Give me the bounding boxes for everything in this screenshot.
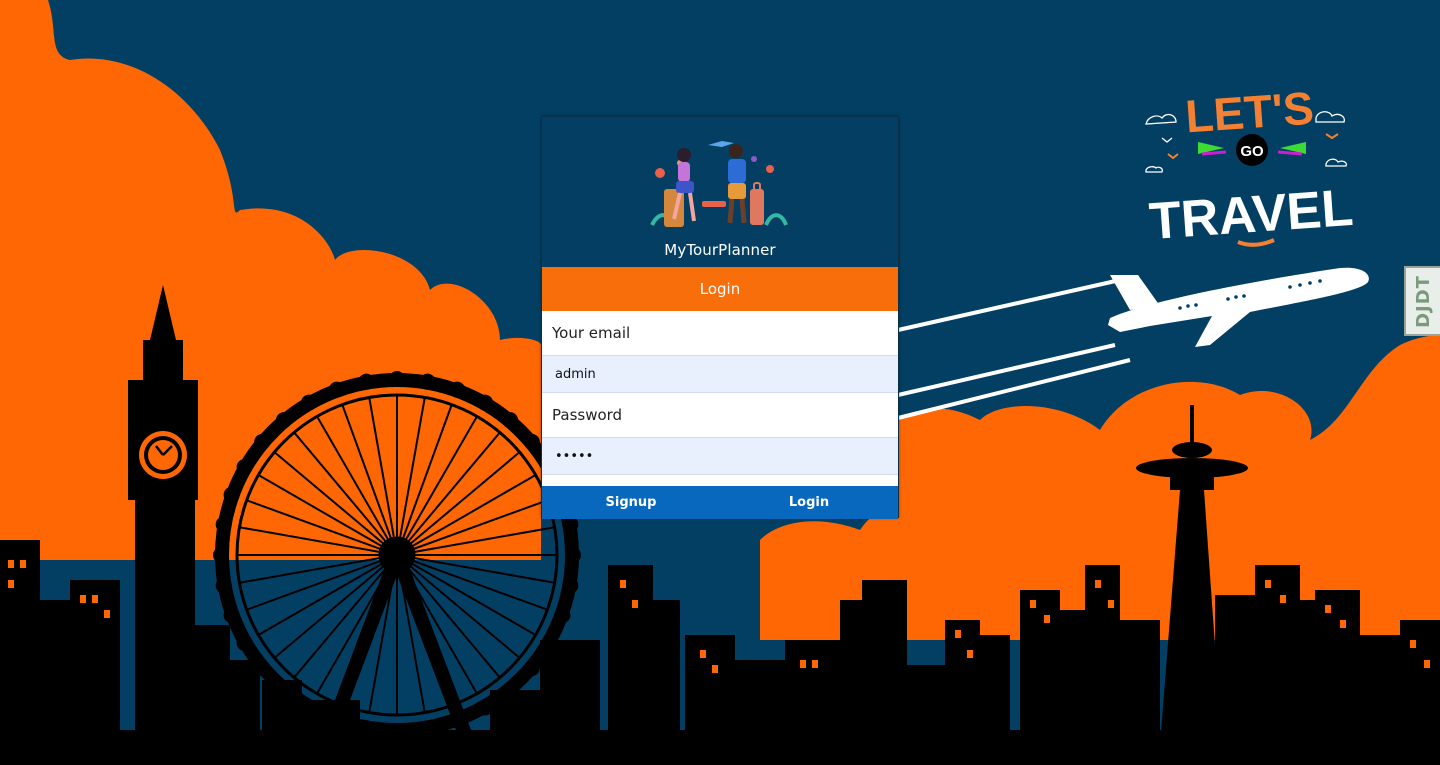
lets-go-travel-badge: LET'S GO TRAVEL — [1145, 82, 1355, 251]
password-field-wrapper[interactable] — [542, 437, 898, 475]
password-field[interactable] — [542, 438, 898, 474]
login-card: MyTourPlanner Login Your email Password … — [541, 116, 899, 519]
debug-toolbar-label: DJDT — [1412, 274, 1434, 328]
email-field-wrapper[interactable] — [542, 355, 898, 393]
travelers-illustration — [650, 141, 788, 227]
badge-lets-text: LET'S — [1184, 82, 1316, 142]
signup-button[interactable]: Signup — [542, 486, 720, 519]
password-label: Password — [542, 393, 898, 437]
action-bar: Signup Login — [542, 486, 898, 519]
form-spacer — [542, 475, 898, 486]
login-title: Login — [542, 267, 898, 311]
email-field[interactable] — [542, 356, 898, 392]
card-header: MyTourPlanner — [542, 117, 898, 267]
app-name: MyTourPlanner — [664, 241, 776, 259]
badge-travel-text: TRAVEL — [1147, 179, 1355, 251]
email-label: Your email — [542, 311, 898, 355]
login-button[interactable]: Login — [720, 486, 898, 519]
debug-toolbar-handle[interactable]: DJDT — [1404, 266, 1440, 336]
badge-go-text: GO — [1240, 143, 1264, 160]
